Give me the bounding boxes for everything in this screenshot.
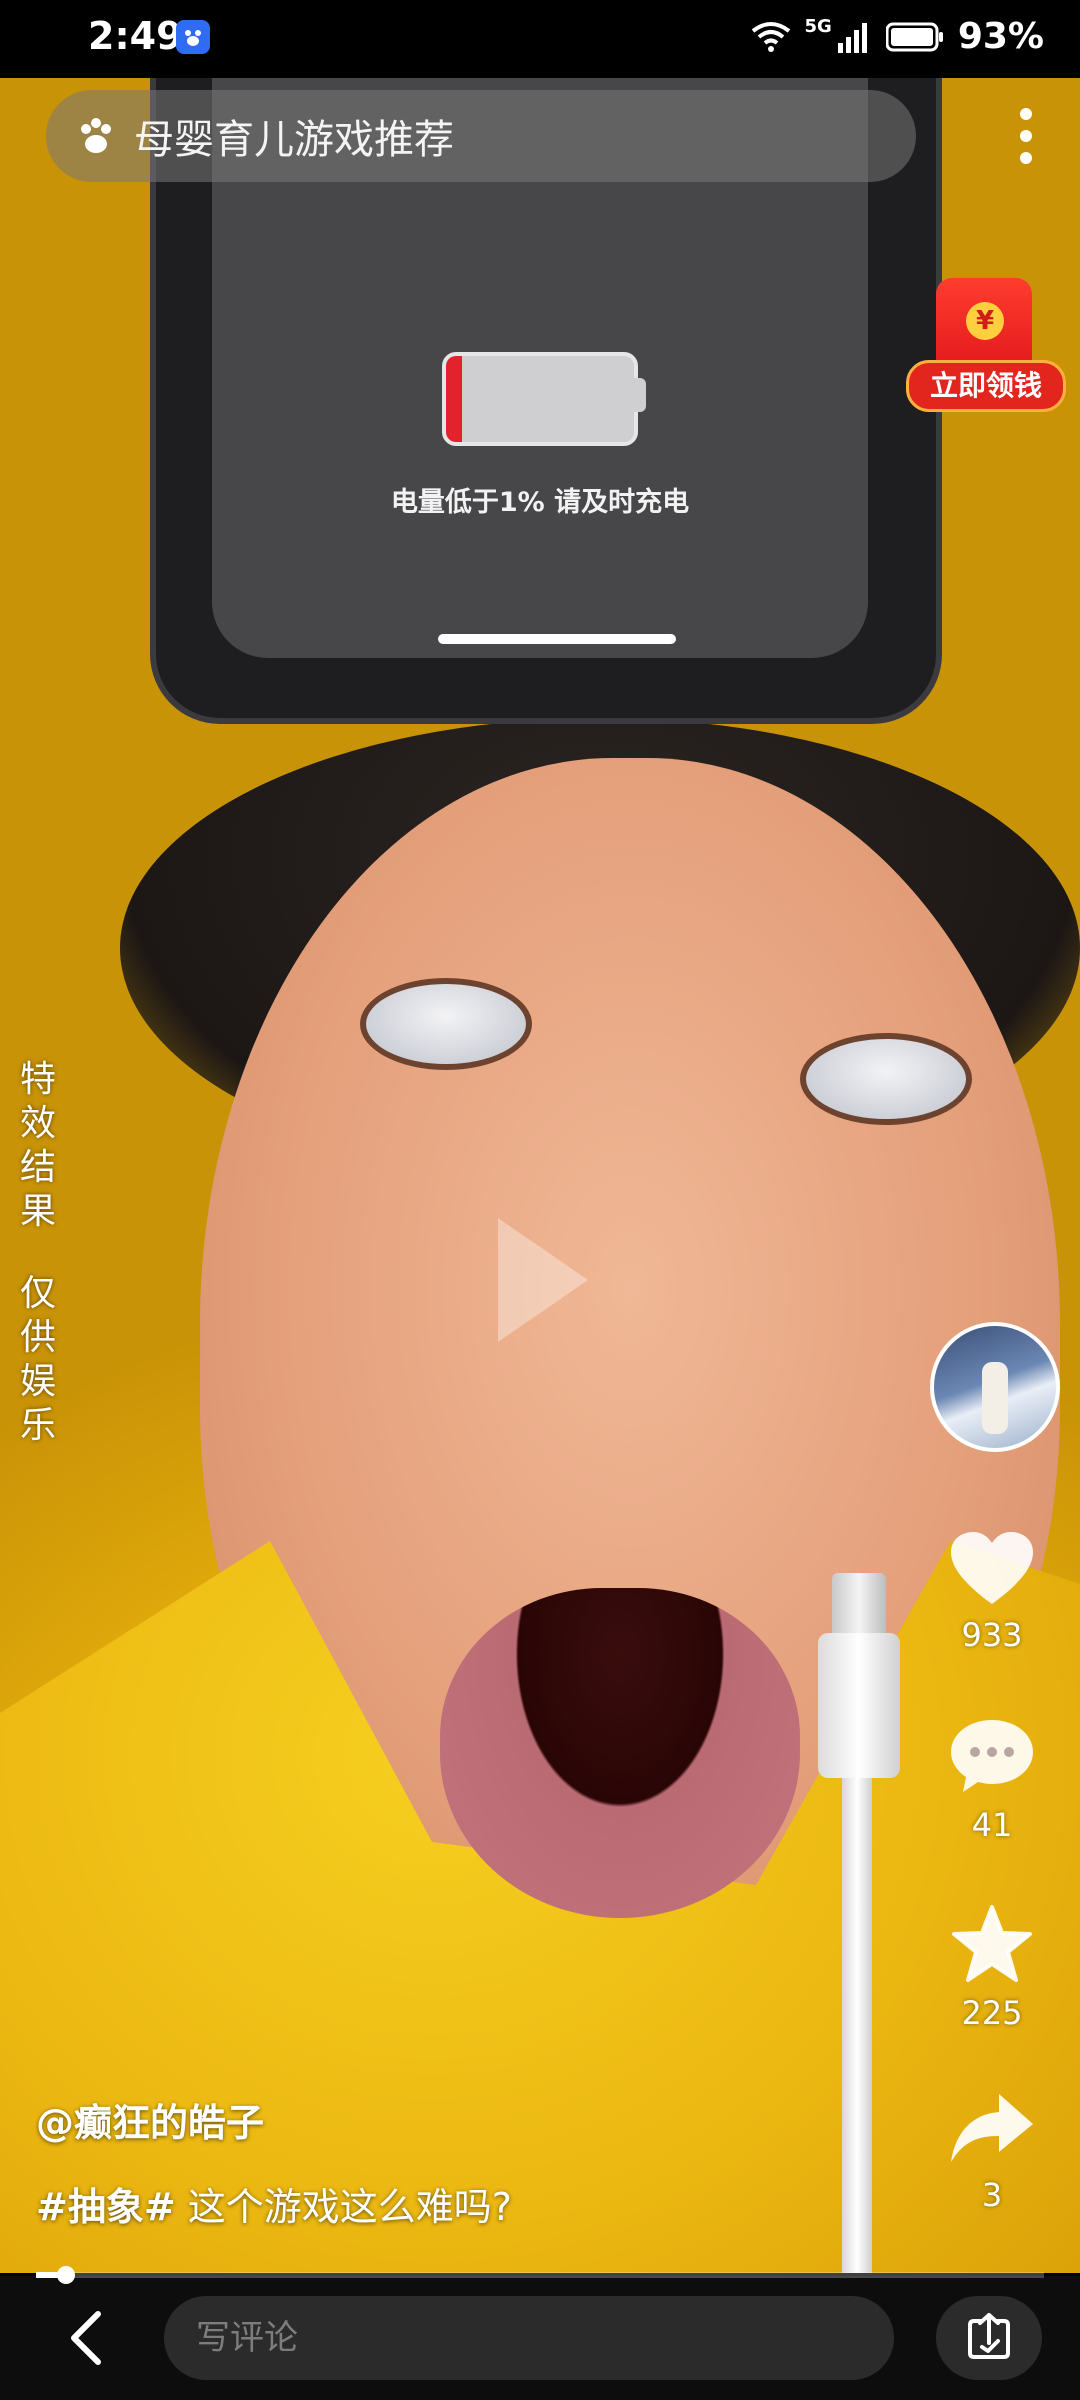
- author-handle[interactable]: @癫狂的皓子: [36, 2092, 264, 2147]
- favorite-button[interactable]: 225: [922, 1904, 1062, 2032]
- phone-home-indicator: [438, 634, 676, 644]
- phone-battery-icon: [442, 352, 638, 446]
- coin-icon: ¥: [966, 302, 1004, 340]
- cable-wire: [842, 1778, 872, 2273]
- wifi-icon: [751, 21, 790, 52]
- effect-disclaimer-line1: 特效结果: [20, 1059, 57, 1232]
- battery-icon: [885, 22, 943, 51]
- share-button[interactable]: 3: [922, 2090, 1062, 2214]
- video-progress-bar[interactable]: [36, 2266, 1044, 2284]
- search-query[interactable]: 母婴育儿游戏推荐: [134, 107, 454, 165]
- status-bar: 2:49 5G 93%: [0, 0, 1080, 78]
- heart-icon: [951, 1532, 1033, 1604]
- video-mouth: [440, 1588, 800, 1918]
- play-icon[interactable]: [488, 1210, 598, 1350]
- effect-disclaimer: 特效结果 仅供娱乐: [20, 1058, 64, 1448]
- cable-head: [818, 1633, 900, 1778]
- battery-percent: 93%: [957, 16, 1044, 57]
- upload-icon: [968, 2313, 1010, 2359]
- comment-input[interactable]: 写评论: [164, 2296, 894, 2380]
- upload-button[interactable]: [936, 2296, 1042, 2380]
- bottom-bar: 写评论: [0, 2276, 1080, 2400]
- back-icon[interactable]: [60, 2306, 120, 2370]
- favorite-count: 225: [961, 1994, 1023, 2032]
- phone-battery-nub: [634, 378, 646, 412]
- author-avatar[interactable]: [930, 1322, 1060, 1452]
- status-icons: 5G 93%: [751, 16, 1044, 57]
- comment-button[interactable]: 41: [922, 1716, 1062, 1844]
- comment-count: 41: [971, 1806, 1013, 1844]
- hashtag-link[interactable]: #抽象#: [36, 2185, 176, 2229]
- share-icon: [951, 2094, 1033, 2162]
- phone-low-battery-text: 电量低于1% 请及时充电: [390, 487, 690, 518]
- more-icon[interactable]: [1018, 108, 1034, 164]
- cable-connector: [832, 1573, 886, 1639]
- share-count: 3: [981, 2176, 1003, 2214]
- network-label: 5G: [804, 16, 832, 37]
- red-packet-button[interactable]: ¥ 立即领钱: [906, 272, 1066, 412]
- video-caption: #抽象# 这个游戏这么难吗?: [36, 2176, 512, 2231]
- effect-disclaimer-line2: 仅供娱乐: [20, 1273, 57, 1446]
- signal-icon: [837, 22, 867, 53]
- video-eye-left: [360, 978, 532, 1070]
- search-bar[interactable]: 母婴育儿游戏推荐: [46, 90, 916, 182]
- star-icon: [952, 1905, 1032, 1982]
- red-packet-label: 立即领钱: [906, 360, 1066, 412]
- like-button[interactable]: 933: [922, 1530, 1062, 1654]
- baidu-icon: [176, 20, 210, 54]
- caption-text: 这个游戏这么难吗?: [175, 2185, 512, 2229]
- paw-icon: [81, 118, 111, 153]
- video-eye-right: [800, 1033, 972, 1125]
- comment-icon: [951, 1720, 1033, 1792]
- like-count: 933: [961, 1616, 1023, 1654]
- status-time: 2:49: [88, 14, 183, 58]
